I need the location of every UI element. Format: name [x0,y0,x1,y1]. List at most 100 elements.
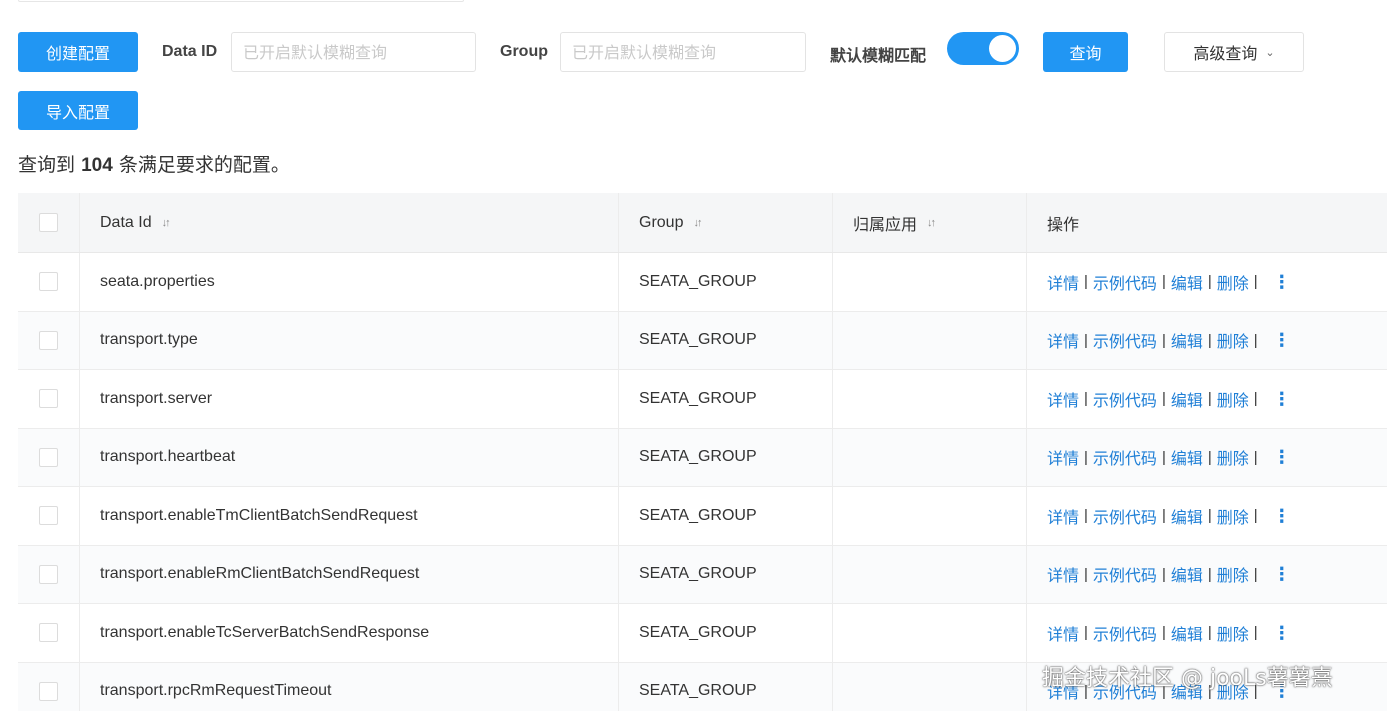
header-ops: 操作 [1027,193,1387,252]
header-data-id[interactable]: Data Id ↓↑ [80,193,619,252]
more-vertical-icon[interactable]: ⋮ [1273,390,1291,408]
row-checkbox[interactable] [39,506,58,526]
toggle-knob [989,35,1016,62]
delete-link[interactable]: 删除 [1217,387,1249,411]
fuzzy-match-label: 默认模糊匹配 [830,46,927,65]
detail-link[interactable]: 详情 [1047,504,1079,528]
group-value: SEATA_GROUP [639,565,757,583]
delete-link[interactable]: 删除 [1217,504,1249,528]
more-vertical-icon[interactable]: ⋮ [1273,507,1291,525]
table-row: transport.enableTcServerBatchSendRespons… [18,604,1387,663]
data-id-cell: transport.enableRmClientBatchSendRequest [80,545,619,603]
header-check-cell [18,193,80,252]
row-checkbox[interactable] [39,681,58,701]
row-checkbox[interactable] [39,330,58,350]
header-ops-label: 操作 [1047,216,1080,234]
chevron-down-icon: ⌄ [1265,45,1275,59]
import-config-button[interactable]: 导入配置 [18,91,138,130]
data-id-input[interactable] [231,32,476,72]
group-cell: SEATA_GROUP [619,604,833,662]
group-cell: SEATA_GROUP [619,662,833,711]
app-cell [833,311,1027,369]
header-group-label: Group [639,213,684,231]
row-checkbox[interactable] [39,623,58,643]
edit-link[interactable]: 编辑 [1171,504,1203,528]
select-all-checkbox[interactable] [39,213,58,232]
op-separator: | [1253,624,1258,642]
header-app[interactable]: 归属应用 ↓↑ [833,193,1027,252]
more-vertical-icon[interactable]: ⋮ [1273,448,1291,466]
group-cell: SEATA_GROUP [619,311,833,369]
edit-link[interactable]: 编辑 [1171,387,1203,411]
result-count: 104 [81,155,113,176]
sort-icon[interactable]: ↓↑ [162,217,171,229]
row-check-cell [18,545,80,603]
sort-icon[interactable]: ↓↑ [927,217,936,229]
data-id-value: transport.enableTcServerBatchSendRespons… [100,623,430,641]
sample-code-link[interactable]: 示例代码 [1093,387,1157,411]
row-checkbox[interactable] [39,564,58,584]
group-value: SEATA_GROUP [639,506,757,524]
delete-link[interactable]: 删除 [1217,621,1249,645]
group-cell: SEATA_GROUP [619,545,833,603]
header-app-label: 归属应用 [853,216,918,234]
delete-link[interactable]: 删除 [1217,328,1249,352]
search-button[interactable]: 查询 [1043,32,1128,72]
table-header: Data Id ↓↑ Group ↓↑ 归属应用 ↓↑ 操作 [18,193,1387,253]
table-row: seata.properties SEATA_GROUP 详情 | 示例代码 | 编辑 | 删除… [18,253,1387,312]
more-vertical-icon[interactable]: ⋮ [1273,331,1291,349]
watermark: 掘金技术社区 @ jooLs薯薯熹 [1042,666,1333,691]
op-separator: | [1161,390,1166,408]
row-checkbox[interactable] [39,389,58,409]
more-vertical-icon[interactable]: ⋮ [1273,273,1291,291]
row-check-cell [18,370,80,428]
data-id-value: transport.rpcRmRequestTimeout [100,682,332,700]
detail-link[interactable]: 详情 [1047,562,1079,586]
row-check-cell [18,487,80,545]
sample-code-link[interactable]: 示例代码 [1093,621,1157,645]
edit-link[interactable]: 编辑 [1171,328,1203,352]
row-check-cell [18,253,80,311]
row-checkbox[interactable] [39,272,58,292]
row-checkbox[interactable] [39,447,58,467]
data-id-cell: transport.server [80,370,619,428]
detail-link[interactable]: 详情 [1047,328,1079,352]
edit-link[interactable]: 编辑 [1171,621,1203,645]
table-body: seata.properties SEATA_GROUP 详情 | 示例代码 | 编辑 | 删除… [18,253,1387,711]
advanced-search-button[interactable]: 高级查询 ⌄ [1164,32,1304,72]
sample-code-link[interactable]: 示例代码 [1093,270,1157,294]
data-id-cell: transport.rpcRmRequestTimeout [80,662,619,711]
detail-link[interactable]: 详情 [1047,621,1079,645]
sample-code-link[interactable]: 示例代码 [1093,445,1157,469]
op-separator: | [1207,448,1212,466]
delete-link[interactable]: 删除 [1217,270,1249,294]
delete-link[interactable]: 删除 [1217,562,1249,586]
more-vertical-icon[interactable]: ⋮ [1273,565,1291,583]
op-separator: | [1253,331,1258,349]
sample-code-link[interactable]: 示例代码 [1093,504,1157,528]
sample-code-link[interactable]: 示例代码 [1093,328,1157,352]
delete-link[interactable]: 删除 [1217,445,1249,469]
header-group[interactable]: Group ↓↑ [619,193,833,252]
detail-link[interactable]: 详情 [1047,270,1079,294]
create-config-button[interactable]: 创建配置 [18,32,138,72]
op-separator: | [1084,565,1088,583]
app-cell [833,428,1027,486]
fuzzy-match-toggle[interactable] [947,32,1019,65]
data-id-value: transport.heartbeat [100,448,236,466]
more-vertical-icon[interactable]: ⋮ [1273,624,1291,642]
app-cell [833,253,1027,311]
op-separator: | [1161,624,1166,642]
header-data-id-label: Data Id [100,213,152,231]
group-input[interactable] [560,32,806,72]
op-separator: | [1253,273,1258,291]
edit-link[interactable]: 编辑 [1171,562,1203,586]
data-id-cell: transport.enableTmClientBatchSendRequest [80,487,619,545]
group-value: SEATA_GROUP [639,623,757,641]
sort-icon[interactable]: ↓↑ [693,217,702,229]
sample-code-link[interactable]: 示例代码 [1093,562,1157,586]
detail-link[interactable]: 详情 [1047,445,1079,469]
edit-link[interactable]: 编辑 [1171,270,1203,294]
detail-link[interactable]: 详情 [1047,387,1079,411]
edit-link[interactable]: 编辑 [1171,445,1203,469]
